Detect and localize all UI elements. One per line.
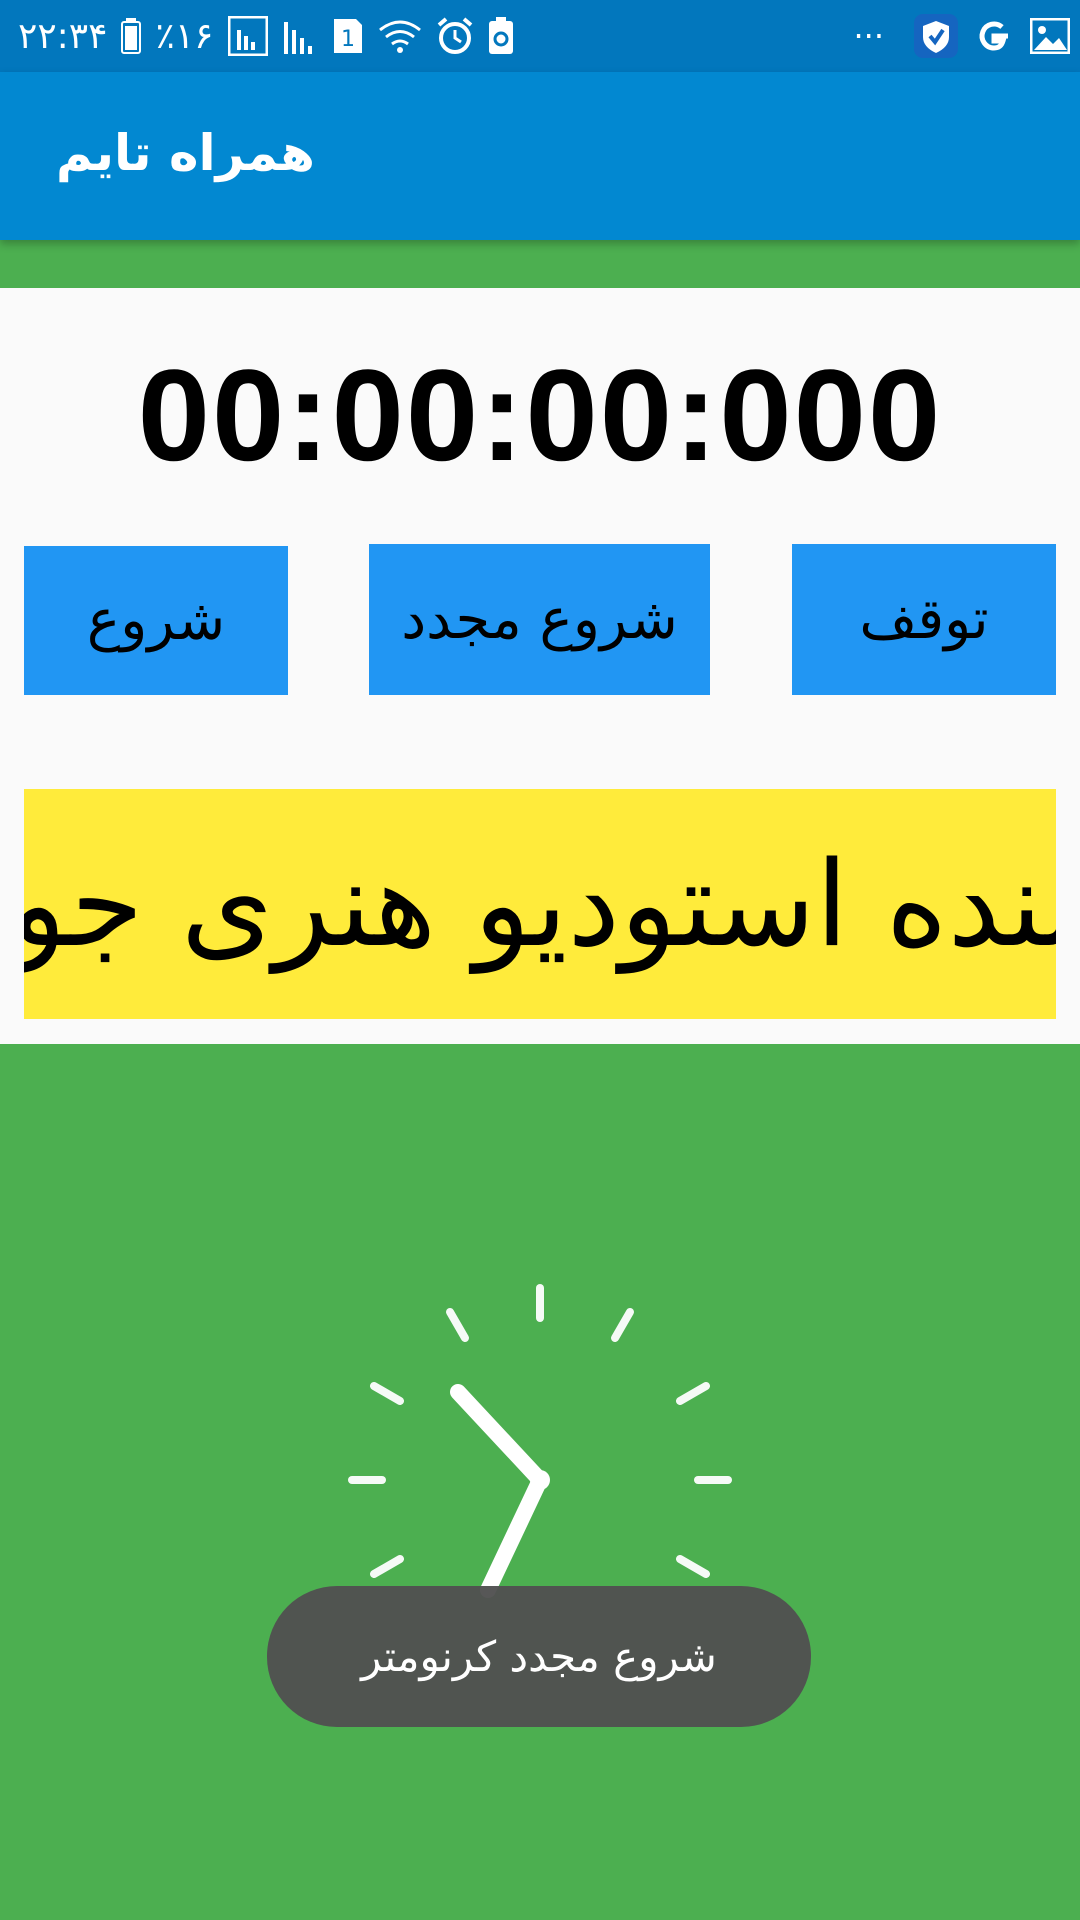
app-title: همراه تایم (56, 124, 315, 182)
start-button[interactable]: شروع (24, 546, 288, 695)
stopwatch-panel: 00:00:00:000 شروع شروع مجدد توقف بنده اس… (0, 288, 1080, 1044)
overflow-dots: ··· (853, 17, 884, 55)
signal-icon (282, 16, 318, 56)
signal-icon (227, 16, 268, 56)
shield-app-icon (914, 14, 958, 58)
toast-message: شروع مجدد کرنومتر (267, 1586, 811, 1727)
marquee-banner: بنده استودیو هنری جو (24, 789, 1056, 1019)
battery-percent: ٪۱۶ (155, 15, 214, 57)
wifi-icon (378, 18, 422, 54)
stop-button[interactable]: توقف (792, 544, 1056, 695)
recycle-icon (488, 17, 514, 55)
status-right: ··· (853, 0, 1070, 72)
gallery-icon (1030, 18, 1070, 54)
banner-text: بنده استودیو هنری جو (24, 835, 1056, 973)
status-time: ۲۲:۳۴ (18, 15, 108, 57)
google-icon (974, 16, 1014, 56)
timer-display: 00:00:00:000 (137, 342, 943, 488)
app-bar: همراه تایم (0, 72, 1080, 240)
sim-icon: 1 (332, 17, 364, 55)
status-left: ۲۲:۳۴ ٪۱۶ 1 (18, 0, 514, 72)
battery-icon (121, 18, 142, 54)
restart-button[interactable]: شروع مجدد (369, 544, 710, 695)
alarm-icon (436, 17, 474, 55)
status-bar: ۲۲:۳۴ ٪۱۶ 1 ··· (0, 0, 1080, 72)
sim-number: 1 (341, 27, 355, 52)
